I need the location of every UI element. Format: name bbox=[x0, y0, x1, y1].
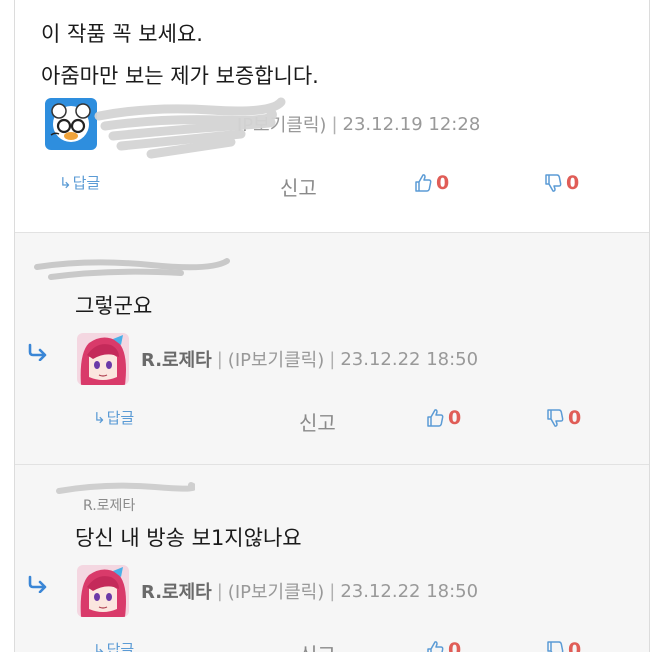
ip-view-link[interactable]: (IP보기클릭) bbox=[228, 346, 324, 372]
comment-meta: R.로제타 | (IP보기클릭) | 23.12.22 18:50 bbox=[77, 565, 478, 617]
like-button[interactable]: 0 bbox=[413, 172, 449, 194]
report-button[interactable]: 신고 bbox=[299, 407, 336, 436]
reply-comment-1: 그렇군요 R.로제타 | (IP보기클릭) | 23.12.22 18:50 ↳… bbox=[15, 233, 649, 465]
meta-separator: | bbox=[329, 348, 336, 370]
thumbs-up-icon bbox=[427, 641, 444, 652]
thumbs-up-icon bbox=[427, 409, 444, 427]
nickname[interactable]: R.로제타 bbox=[141, 346, 212, 372]
reply-label: 답글 bbox=[106, 641, 135, 652]
nested-reply-arrow-icon bbox=[27, 575, 49, 597]
dislike-count: 0 bbox=[566, 172, 580, 194]
like-button[interactable]: 0 bbox=[425, 639, 461, 652]
thumbs-down-icon bbox=[545, 174, 562, 192]
like-count: 0 bbox=[448, 639, 462, 652]
reply-comment-2: R.로제타 당신 내 방송 보1지않나요 R.로제타 | (IP보기클릭) | … bbox=[15, 465, 649, 652]
report-button[interactable]: 신고 bbox=[299, 639, 336, 652]
report-label: 신고 bbox=[299, 411, 336, 435]
meta-separator: | bbox=[216, 348, 223, 370]
avatar[interactable] bbox=[45, 98, 97, 150]
meta-separator: | bbox=[331, 113, 338, 135]
comment-text: 당신 내 방송 보1지않나요 bbox=[75, 526, 302, 550]
comment-1: 이 작품 꼭 보세요. 아줌마만 보는 제가 보증합니다. IP보기클릭) | bbox=[15, 0, 649, 233]
dislike-count: 0 bbox=[568, 639, 582, 652]
comment-text-line-1: 이 작품 꼭 보세요. bbox=[41, 22, 203, 46]
comment-actions: ↳ 답글 신고 0 0 bbox=[15, 639, 649, 652]
reply-button[interactable]: ↳ 답글 bbox=[59, 172, 100, 193]
like-count: 0 bbox=[436, 172, 450, 194]
ip-view-link[interactable]: (IP보기클릭) bbox=[228, 578, 324, 604]
redaction-scribble bbox=[34, 258, 230, 280]
avatar[interactable] bbox=[77, 565, 129, 617]
reply-label: 답글 bbox=[72, 174, 101, 192]
thumbs-up-icon bbox=[415, 174, 432, 192]
thumbs-down-icon bbox=[547, 409, 564, 427]
comment-meta: IP보기클릭) | 23.12.19 12:28 bbox=[45, 98, 480, 150]
dislike-button[interactable]: 0 bbox=[543, 172, 579, 194]
ip-view-link[interactable]: IP보기클릭) bbox=[237, 111, 326, 137]
comment-text: 그렇군요 bbox=[75, 294, 153, 318]
comment-meta: R.로제타 | (IP보기클릭) | 23.12.22 18:50 bbox=[77, 333, 478, 385]
quoted-author: R.로제타 bbox=[83, 498, 136, 514]
thumbs-down-icon bbox=[547, 641, 564, 652]
report-label: 신고 bbox=[299, 639, 336, 652]
nickname[interactable]: R.로제타 bbox=[141, 578, 212, 604]
comment-date: 23.12.22 18:50 bbox=[340, 348, 479, 370]
dislike-count: 0 bbox=[568, 407, 582, 429]
like-count: 0 bbox=[448, 407, 462, 429]
reply-arrow-icon: ↳ bbox=[93, 408, 106, 427]
reply-arrow-icon: ↳ bbox=[93, 640, 106, 652]
reply-button[interactable]: ↳ 답글 bbox=[93, 639, 134, 652]
comment-thread: 이 작품 꼭 보세요. 아줌마만 보는 제가 보증합니다. IP보기클릭) | bbox=[14, 0, 650, 652]
meta-separator: | bbox=[216, 580, 223, 602]
reply-arrow-icon: ↳ bbox=[59, 173, 72, 192]
comment-actions: ↳ 답글 신고 0 0 bbox=[15, 172, 649, 202]
comment-date: 23.12.19 12:28 bbox=[342, 113, 481, 135]
comment-date: 23.12.22 18:50 bbox=[340, 580, 479, 602]
dislike-button[interactable]: 0 bbox=[545, 407, 581, 429]
like-button[interactable]: 0 bbox=[425, 407, 461, 429]
nested-reply-arrow-icon bbox=[27, 343, 49, 365]
reply-button[interactable]: ↳ 답글 bbox=[93, 407, 134, 428]
dislike-button[interactable]: 0 bbox=[545, 639, 581, 652]
report-button[interactable]: 신고 bbox=[280, 172, 317, 201]
comment-actions: ↳ 답글 신고 0 0 bbox=[15, 407, 649, 437]
avatar[interactable] bbox=[77, 333, 129, 385]
meta-separator: | bbox=[329, 580, 336, 602]
report-label: 신고 bbox=[280, 176, 317, 200]
reply-label: 답글 bbox=[106, 409, 135, 427]
comment-text-line-2: 아줌마만 보는 제가 보증합니다. bbox=[41, 64, 319, 88]
